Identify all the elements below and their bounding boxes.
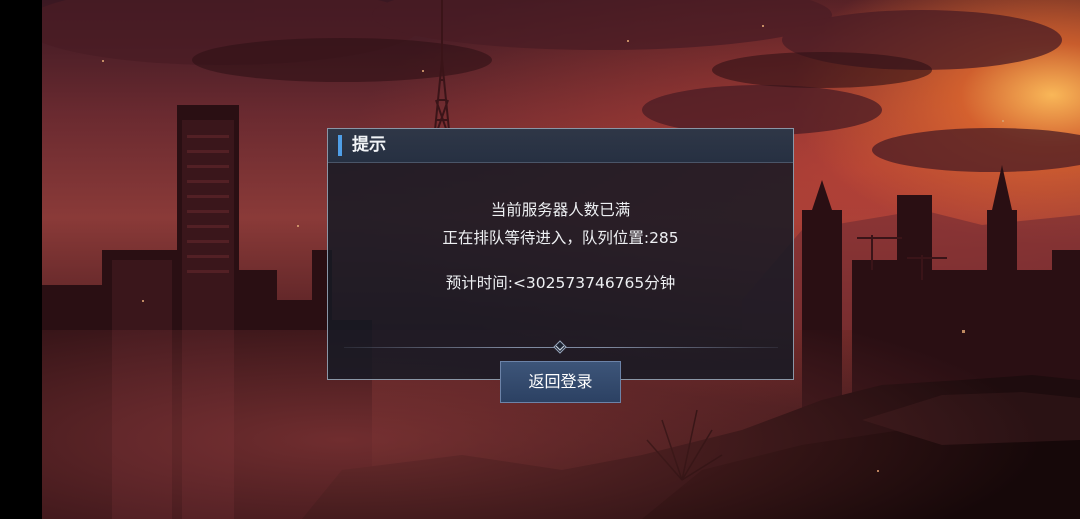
queue-dialog: 提示 当前服务器人数已满 正在排队等待进入，队列位置:285 预计时间:<302…: [327, 128, 794, 403]
dialog-header: 提示: [328, 129, 793, 163]
server-full-message: 当前服务器人数已满: [490, 201, 631, 219]
queue-position-message: 正在排队等待进入，队列位置:285: [442, 229, 679, 247]
header-accent-bar: [338, 135, 342, 156]
dialog-title: 提示: [352, 135, 386, 155]
game-screen: 提示 当前服务器人数已满 正在排队等待进入，队列位置:285 预计时间:<302…: [0, 0, 1080, 519]
return-to-login-button[interactable]: 返回登录: [500, 361, 621, 403]
diamond-ornament-icon: [553, 340, 567, 354]
left-letterbox: [0, 0, 42, 519]
estimated-time-message: 预计时间:<302573746765分钟: [445, 274, 676, 292]
